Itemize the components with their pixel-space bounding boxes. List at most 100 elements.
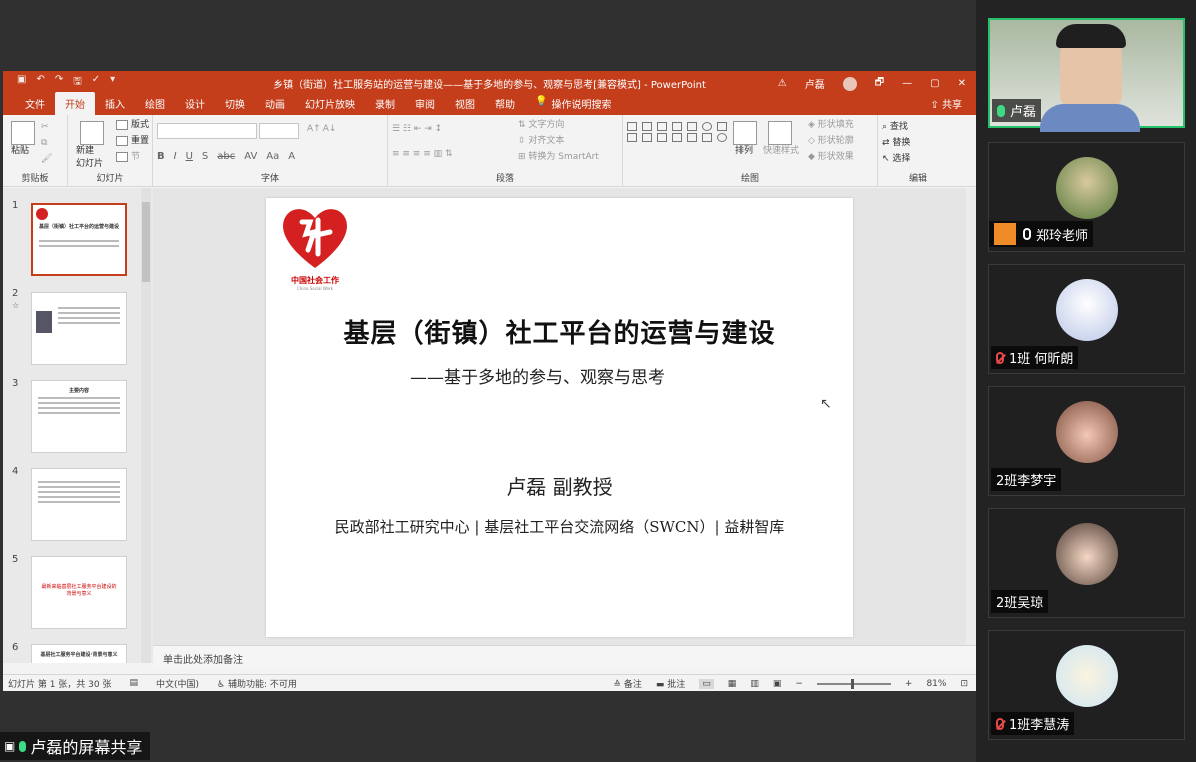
comments-toggle[interactable]: ▬ 批注 xyxy=(656,677,685,690)
strikethrough-button[interactable]: abc xyxy=(217,151,235,162)
shape-fill-button[interactable]: ◈ 形状填充 xyxy=(808,119,854,132)
language-indicator[interactable]: 中文(中国) xyxy=(156,677,199,690)
zoom-level[interactable]: 81% xyxy=(926,679,946,689)
slide-thumbnail-1[interactable]: 基层（街镇）社工平台的运营与建设 xyxy=(31,203,127,276)
thumbnail-scrollbar[interactable] xyxy=(141,188,151,663)
select-button[interactable]: ↖ 选择 xyxy=(882,153,954,166)
paste-icon[interactable] xyxy=(11,121,35,145)
underline-button[interactable]: U xyxy=(186,151,193,162)
bold-button[interactable]: B xyxy=(157,151,165,162)
participant-tile[interactable]: 郑玲老师 xyxy=(988,142,1185,252)
text-direction-button[interactable]: ⇅ 文字方向 xyxy=(518,119,564,132)
zoom-in-button[interactable]: + xyxy=(905,679,913,689)
warning-icon[interactable]: ⚠ xyxy=(778,78,787,89)
minimize-button[interactable]: — xyxy=(902,78,912,89)
bullets-icon[interactable]: ☰ ☷ ⇤ ⇥ ↕ xyxy=(392,123,618,136)
char-spacing-button[interactable]: AV xyxy=(244,151,257,162)
quick-styles-icon[interactable] xyxy=(768,121,792,145)
slide-thumbnail-5[interactable]: 最新来临基层社工服务平台建设的背景与意义 xyxy=(31,556,127,629)
rect3-shape-icon[interactable] xyxy=(627,133,637,142)
fit-slide-icon[interactable]: ⊡ xyxy=(960,679,968,689)
font-size-select[interactable] xyxy=(259,123,299,139)
slideshow-icon[interactable]: ▣ xyxy=(773,679,782,689)
share-button[interactable]: ⇪ 共享 xyxy=(930,96,962,111)
maximize-button[interactable]: ▢ xyxy=(930,78,939,89)
slide-thumbnail-3[interactable]: 主要内容 xyxy=(31,380,127,453)
tab-slideshow[interactable]: 幻灯片放映 xyxy=(295,96,365,115)
arrange-button[interactable]: 排列 xyxy=(735,145,753,158)
ribbon-display-icon[interactable]: 🗗 xyxy=(875,75,884,92)
current-slide[interactable]: 中国社会工作 China Social Work 基层（街镇）社工平台的运营与建… xyxy=(266,198,853,637)
close-button[interactable]: ✕ xyxy=(958,78,966,89)
shadow-button[interactable]: S xyxy=(202,151,208,162)
user-avatar[interactable] xyxy=(842,76,857,91)
participant-tile[interactable]: 2班吴琼 xyxy=(988,508,1185,618)
notes-toggle[interactable]: ≙ 备注 xyxy=(613,677,641,690)
tab-draw[interactable]: 绘图 xyxy=(135,96,175,115)
slide-scrollbar[interactable] xyxy=(966,188,976,645)
tell-me-search[interactable]: 💡 操作说明搜索 xyxy=(525,96,611,115)
layout-button[interactable]: 版式 xyxy=(116,119,149,132)
arrange-icon[interactable] xyxy=(733,121,757,145)
tab-view[interactable]: 视图 xyxy=(445,96,485,115)
font-name-select[interactable] xyxy=(157,123,257,139)
zoom-out-button[interactable]: − xyxy=(795,679,803,689)
italic-button[interactable]: I xyxy=(174,151,177,162)
new-slide-icon[interactable] xyxy=(80,121,104,145)
tab-help[interactable]: 帮助 xyxy=(485,96,525,115)
tab-transitions[interactable]: 切换 xyxy=(215,96,255,115)
participant-tile[interactable]: 2班李梦宇 xyxy=(988,386,1185,496)
user-name[interactable]: 卢磊 xyxy=(805,76,825,91)
font-color-button[interactable]: A xyxy=(288,151,295,162)
triangle-shape-icon[interactable] xyxy=(642,133,652,142)
cut-icon[interactable]: ✂ xyxy=(41,121,49,134)
textbox-shape-icon[interactable] xyxy=(627,122,637,131)
reading-view-icon[interactable]: ▥ xyxy=(750,679,759,689)
shape-outline-button[interactable]: ◇ 形状轮廓 xyxy=(808,135,854,148)
change-case-button[interactable]: Aa xyxy=(266,151,279,162)
copy-icon[interactable]: ⧉ xyxy=(41,137,47,150)
normal-view-icon[interactable]: ▭ xyxy=(699,678,714,689)
heart-shape-icon[interactable] xyxy=(717,133,727,142)
participant-tile[interactable]: 1班李慧涛 xyxy=(988,630,1185,740)
section-button[interactable]: 节 xyxy=(116,151,140,164)
tab-design[interactable]: 设计 xyxy=(175,96,215,115)
connector-shape-icon[interactable] xyxy=(657,133,667,142)
slide-sorter-icon[interactable]: ▦ xyxy=(728,679,737,689)
paste-button[interactable]: 粘贴 xyxy=(7,145,63,158)
arrow2-shape-icon[interactable] xyxy=(687,133,697,142)
replace-button[interactable]: ⇄ 替换 xyxy=(882,137,954,150)
rect2-shape-icon[interactable] xyxy=(687,122,697,131)
tab-record[interactable]: 录制 xyxy=(365,96,405,115)
smartart-button[interactable]: ⊞ 转换为 SmartArt xyxy=(518,151,599,164)
oval-shape-icon[interactable] xyxy=(702,122,712,131)
tab-home[interactable]: 开始 xyxy=(55,92,95,115)
new-slide-button[interactable]: 新建 幻灯片 xyxy=(76,145,103,171)
grow-font-icon[interactable]: A↑ xyxy=(307,123,321,139)
slide-thumbnail-2[interactable] xyxy=(31,292,127,365)
accessibility-status[interactable]: ♿ 辅助功能: 不可用 xyxy=(217,677,297,690)
tab-insert[interactable]: 插入 xyxy=(95,96,135,115)
slide-thumbnail-4[interactable] xyxy=(31,468,127,541)
tab-review[interactable]: 审阅 xyxy=(405,96,445,115)
format-painter-icon[interactable]: 🖌 xyxy=(41,153,52,166)
quick-styles-button[interactable]: 快速样式 xyxy=(763,145,799,158)
tab-animations[interactable]: 动画 xyxy=(255,96,295,115)
arrow-shape-icon[interactable] xyxy=(672,133,682,142)
notes-pane[interactable]: 单击此处添加备注 xyxy=(153,645,976,669)
rect-shape-icon[interactable] xyxy=(642,122,652,131)
line2-shape-icon[interactable] xyxy=(672,122,682,131)
align-text-button[interactable]: ⇳ 对齐文本 xyxy=(518,135,564,148)
slide-thumbnail-6[interactable]: 基层社工服务平台建设·背景与意义 xyxy=(31,644,127,663)
arrow3-shape-icon[interactable] xyxy=(702,133,712,142)
participant-tile[interactable]: 卢磊 xyxy=(988,18,1185,132)
more-shape-icon[interactable] xyxy=(717,122,727,131)
line-shape-icon[interactable] xyxy=(657,122,667,131)
shrink-font-icon[interactable]: A↓ xyxy=(323,123,337,139)
shape-effects-button[interactable]: ◆ 形状效果 xyxy=(808,151,854,164)
spellcheck-icon[interactable]: ▤ xyxy=(129,678,138,688)
find-button[interactable]: ⌕ 查找 xyxy=(882,121,954,134)
zoom-slider[interactable] xyxy=(816,678,891,689)
reset-button[interactable]: 重置 xyxy=(116,135,149,148)
tab-file[interactable]: 文件 xyxy=(15,96,55,115)
